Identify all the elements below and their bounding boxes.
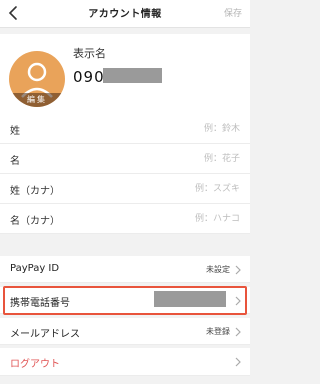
first-name-input[interactable]: [130, 150, 240, 168]
first-name-row: 名: [0, 144, 250, 174]
phone-prefix: 090: [73, 68, 105, 86]
paypay-id-label: PayPay ID: [10, 263, 60, 274]
chevron-right-icon: [235, 357, 241, 367]
email-row[interactable]: メールアドレス 未登録: [0, 318, 250, 345]
logout-label: ログアウト: [10, 359, 60, 370]
paypay-id-value: 未設定: [206, 265, 230, 274]
last-name-input[interactable]: [130, 120, 240, 138]
chevron-right-icon: [235, 265, 241, 275]
display-name-value[interactable]: 090: [73, 68, 105, 86]
avatar[interactable]: 編集: [9, 51, 65, 107]
email-label: メールアドレス: [10, 329, 80, 340]
nav-bar: アカウント情報 保存: [0, 0, 250, 28]
first-name-kana-input[interactable]: [130, 210, 240, 228]
first-name-label: 名: [10, 156, 20, 167]
profile-section: 編集 表示名 090: [0, 34, 250, 114]
last-name-kana-input[interactable]: [130, 180, 240, 198]
logout-row[interactable]: ログアウト: [0, 348, 250, 376]
first-name-kana-label: 名（カナ）: [10, 216, 60, 227]
chevron-right-icon: [235, 327, 241, 337]
display-name-label: 表示名: [73, 47, 106, 60]
last-name-kana-label: 姓（カナ）: [10, 186, 60, 197]
first-name-kana-row: 名（カナ）: [0, 204, 250, 234]
highlight-box: [3, 286, 247, 315]
email-value: 未登録: [206, 327, 230, 336]
save-button[interactable]: 保存: [224, 6, 242, 19]
page-title: アカウント情報: [88, 9, 162, 20]
last-name-label: 姓: [10, 126, 20, 137]
redacted-phone-mask: [103, 68, 162, 83]
last-name-row: 姓: [0, 114, 250, 144]
last-name-kana-row: 姓（カナ）: [0, 174, 250, 204]
avatar-edit-badge[interactable]: 編集: [9, 93, 65, 107]
paypay-id-row[interactable]: PayPay ID 未設定: [0, 256, 250, 283]
